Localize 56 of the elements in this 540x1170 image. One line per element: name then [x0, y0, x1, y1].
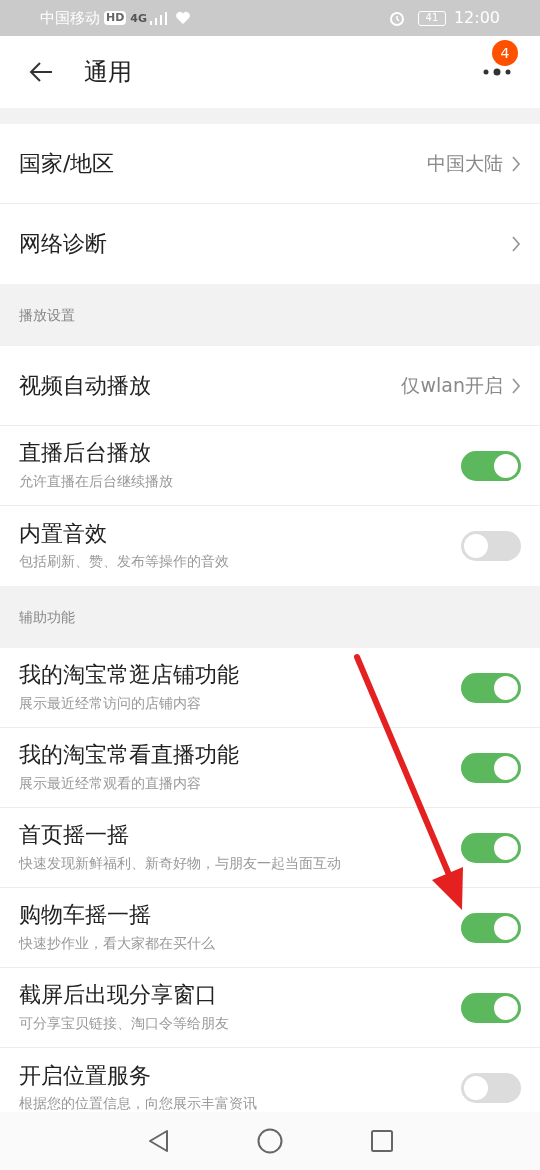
setting-title: 视频自动播放 [19, 371, 152, 400]
network-type: 4G [130, 12, 148, 24]
setting-title: 截屏后出现分享窗口 [19, 981, 218, 1009]
setting-description: 根据您的位置信息，向您展示丰富资讯 [19, 1094, 258, 1112]
section-header: 播放设置 [19, 305, 75, 325]
setting-description: 展示最近经常访问的店铺内容 [19, 693, 202, 713]
home-nav-icon[interactable] [257, 1128, 283, 1154]
heart-icon [175, 11, 192, 25]
setting-title: 国家/地区 [19, 149, 116, 178]
toggle-switch[interactable] [461, 752, 521, 783]
setting-description: 允许直播在后台继续播放 [19, 471, 174, 491]
setting-value: 仅wlan开启 [401, 373, 503, 399]
chevron-right-icon [511, 154, 521, 173]
setting-title: 网络诊断 [19, 230, 108, 258]
setting-title: 首页摇一摇 [19, 821, 130, 849]
back-arrow-icon[interactable] [28, 61, 54, 83]
setting-value: 中国大陆 [427, 151, 503, 177]
hd-badge: HD [104, 11, 127, 25]
more-icon[interactable] [482, 67, 512, 77]
setting-title: 开启位置服务 [19, 1061, 152, 1090]
setting-description: 包括刷新、赞、发布等操作的音效 [19, 552, 230, 572]
settings-row[interactable]: 直播后台播放 允许直播在后台继续播放 [0, 426, 540, 506]
toggle-switch[interactable] [461, 912, 521, 943]
toggle-switch[interactable] [461, 672, 521, 703]
settings-row[interactable]: 网络诊断 [0, 204, 540, 284]
alarm-icon [387, 9, 406, 27]
settings-row[interactable]: 首页摇一摇 快速发现新鲜福利、新奇好物，与朋友一起当面互动 [0, 808, 540, 888]
settings-row[interactable]: 购物车摇一摇 快速抄作业，看大家都在买什么 [0, 888, 540, 968]
setting-description: 可分享宝贝链接、淘口令等给朋友 [19, 1013, 230, 1033]
setting-title: 我的淘宝常看直播功能 [19, 741, 240, 769]
toggle-switch[interactable] [461, 992, 521, 1023]
page-title: 通用 [84, 57, 132, 88]
toggle-switch[interactable] [461, 832, 521, 863]
setting-description: 展示最近经常观看的直播内容 [19, 773, 202, 793]
toggle-switch[interactable] [461, 531, 521, 561]
section-header: 辅助功能 [19, 607, 75, 627]
settings-row[interactable]: 内置音效 包括刷新、赞、发布等操作的音效 [0, 506, 540, 586]
setting-description: 快速发现新鲜福利、新奇好物，与朋友一起当面互动 [19, 853, 342, 873]
notification-badge: 4 [492, 40, 518, 66]
chevron-right-icon [511, 235, 521, 253]
settings-row[interactable]: 我的淘宝常看直播功能 展示最近经常观看的直播内容 [0, 728, 540, 808]
setting-title: 内置音效 [19, 519, 108, 548]
settings-row[interactable]: 截屏后出现分享窗口 可分享宝贝链接、淘口令等给朋友 [0, 968, 540, 1048]
setting-title: 购物车摇一摇 [19, 901, 152, 929]
toggle-switch[interactable] [461, 450, 521, 481]
setting-description: 快速抄作业，看大家都在买什么 [19, 933, 216, 953]
setting-title: 我的淘宝常逛店铺功能 [19, 661, 240, 689]
settings-row[interactable]: 视频自动播放 仅wlan开启 [0, 346, 540, 426]
settings-row[interactable]: 我的淘宝常逛店铺功能 展示最近经常访问的店铺内容 [0, 648, 540, 728]
settings-row[interactable]: 国家/地区 中国大陆 [0, 124, 540, 204]
chevron-right-icon [511, 376, 521, 395]
toggle-switch[interactable] [461, 1073, 521, 1103]
settings-row[interactable]: 开启位置服务 根据您的位置信息，向您展示丰富资讯 [0, 1048, 540, 1112]
back-nav-icon[interactable] [147, 1129, 169, 1153]
recents-nav-icon[interactable] [371, 1130, 393, 1152]
setting-title: 直播后台播放 [19, 439, 152, 467]
